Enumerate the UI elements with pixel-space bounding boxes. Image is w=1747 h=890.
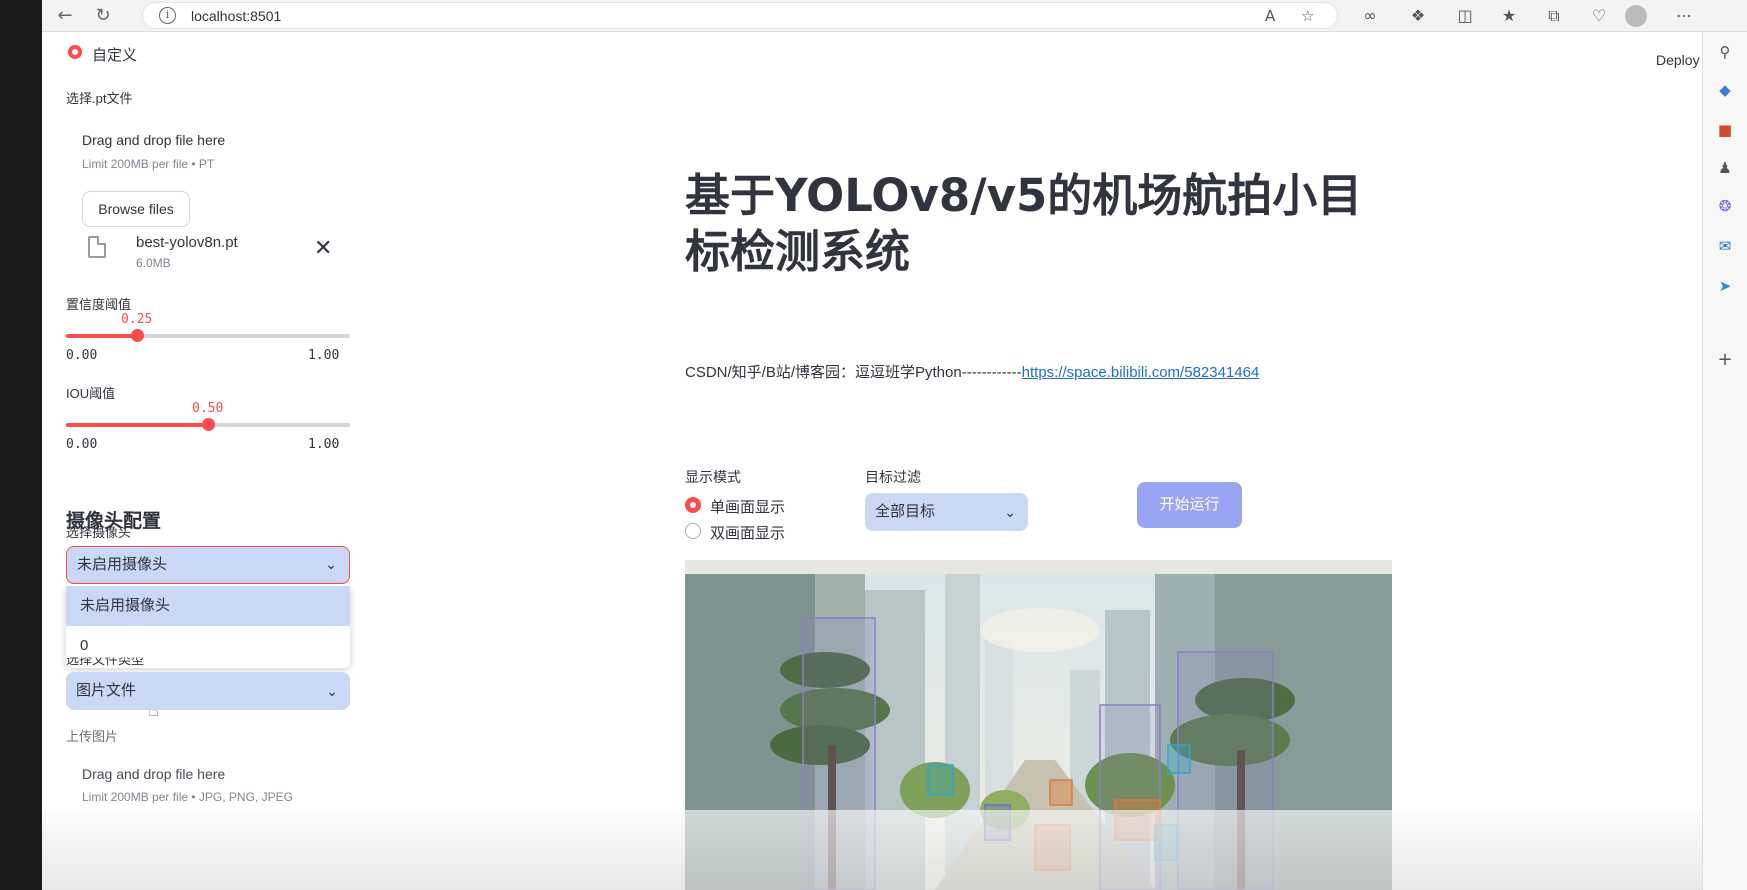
- credit-link[interactable]: https://space.bilibili.com/582341464: [1022, 364, 1260, 381]
- reload-icon[interactable]: ↻: [92, 5, 114, 27]
- deploy-button[interactable]: Deploy: [1656, 52, 1700, 68]
- back-icon[interactable]: ←: [54, 5, 76, 27]
- search-icon[interactable]: ⚲: [1715, 42, 1735, 62]
- sidebar: 自定义 选择.pt文件 Drag and drop file here Limi…: [42, 32, 372, 890]
- read-aloud-icon[interactable]: A: [1265, 7, 1275, 25]
- dropzone-limit: Limit 200MB per file • PT: [82, 157, 215, 171]
- copilot-icon[interactable]: ❂: [1715, 196, 1735, 216]
- more-icon[interactable]: ⋯: [1674, 6, 1694, 26]
- filter-label: 目标过滤: [865, 469, 921, 485]
- conf-slider[interactable]: [66, 329, 350, 342]
- start-run-button[interactable]: 开始运行: [1137, 482, 1242, 528]
- browser-window: ← ↻ i localhost:8501 A ☆ ∞ ❖ ◫ ★ ⧉ ♡ ⋯ 自…: [42, 0, 1747, 890]
- iou-slider[interactable]: [66, 418, 350, 431]
- mode-radio[interactable]: [68, 45, 82, 59]
- iou-label: IOU阈值: [66, 386, 116, 401]
- people-icon[interactable]: ♟: [1715, 158, 1735, 178]
- briefcase-icon[interactable]: ■: [1715, 120, 1735, 140]
- favorite-star-icon[interactable]: ☆: [1301, 7, 1314, 25]
- edge-sidebar: ⚲ ◆ ■ ♟ ❂ ✉ ➤ +: [1702, 32, 1747, 890]
- iou-slider-thumb[interactable]: [202, 418, 215, 431]
- add-icon[interactable]: +: [1715, 350, 1735, 370]
- conf-slider-thumb[interactable]: [131, 329, 144, 342]
- iou-value: 0.50: [192, 401, 224, 416]
- tag-icon[interactable]: ◆: [1715, 80, 1735, 100]
- conf-label: 置信度阈值: [66, 297, 132, 312]
- filter-select-value: 全部目标: [875, 503, 936, 520]
- conf-min: 0.00: [66, 348, 98, 363]
- favorites-icon[interactable]: ★: [1499, 6, 1519, 26]
- dropzone-text[interactable]: Drag and drop file here: [82, 132, 225, 148]
- upload-label: 上传图片: [66, 729, 119, 744]
- uploaded-file-name: best-yolov8n.pt: [136, 234, 238, 251]
- infinity-icon[interactable]: ∞: [1360, 6, 1380, 26]
- page-title: 基于YOLOv8/v5的机场航拍小目标检测系统: [685, 169, 1363, 278]
- file-icon: [88, 236, 106, 258]
- credit-text: CSDN/知乎/B站/博客园：逗逗班学Python------------: [685, 364, 1022, 381]
- send-icon[interactable]: ➤: [1715, 276, 1735, 296]
- extensions-icon[interactable]: ❖: [1408, 6, 1428, 26]
- chevron-down-icon: ⌄: [325, 556, 337, 572]
- collections-icon[interactable]: ⧉: [1544, 6, 1564, 26]
- browser-toolbar: ← ↻ i localhost:8501 A ☆ ∞ ❖ ◫ ★ ⧉ ♡ ⋯: [42, 0, 1747, 32]
- camera-option[interactable]: 未启用摄像头: [66, 586, 350, 626]
- filetype-select[interactable]: 图片文件 ⌄: [66, 672, 350, 710]
- display-option-dual[interactable]: 双画面显示: [710, 522, 785, 543]
- page-fade-overlay: [42, 810, 1702, 890]
- iou-slider-fill: [66, 423, 208, 427]
- browse-files-button[interactable]: Browse files: [82, 191, 190, 227]
- address-bar[interactable]: i localhost:8501 A ☆: [142, 2, 1338, 29]
- camera-dropdown: 未启用摄像头 0: [66, 584, 350, 668]
- url-text: localhost:8501: [191, 8, 282, 24]
- site-info-icon[interactable]: i: [159, 7, 176, 24]
- iou-min: 0.00: [66, 437, 98, 452]
- outlook-icon[interactable]: ✉: [1715, 236, 1735, 256]
- upload-dropzone-text[interactable]: Drag and drop file here: [82, 766, 225, 782]
- chevron-down-icon: ⌄: [1004, 504, 1016, 520]
- filter-select[interactable]: 全部目标 ⌄: [865, 493, 1028, 531]
- display-mode-label: 显示模式: [685, 469, 741, 485]
- uploaded-file-size: 6.0MB: [136, 256, 171, 270]
- pt-file-label: 选择.pt文件: [66, 91, 133, 106]
- camera-label: 选择摄像头: [66, 525, 132, 540]
- chevron-down-icon: ⌄: [326, 683, 338, 699]
- conf-value: 0.25: [121, 312, 153, 327]
- iou-max: 1.00: [308, 437, 340, 452]
- health-icon[interactable]: ♡: [1589, 6, 1609, 26]
- credit-line: CSDN/知乎/B站/博客园：逗逗班学Python------------htt…: [685, 361, 1259, 382]
- display-radio-single[interactable]: [685, 497, 701, 513]
- conf-max: 1.00: [308, 348, 340, 363]
- profile-avatar[interactable]: [1625, 5, 1647, 27]
- conf-slider-fill: [66, 334, 137, 338]
- mode-label: 自定义: [92, 47, 138, 64]
- upload-dropzone-limit: Limit 200MB per file • JPG, PNG, JPEG: [82, 790, 293, 804]
- display-option-single[interactable]: 单画面显示: [710, 496, 785, 517]
- remove-file-close-icon[interactable]: ✕: [314, 236, 332, 261]
- split-screen-icon[interactable]: ◫: [1455, 6, 1475, 26]
- display-radio-dual[interactable]: [685, 523, 701, 539]
- camera-select[interactable]: 未启用摄像头 ⌄: [66, 546, 350, 584]
- camera-select-value: 未启用摄像头: [77, 556, 168, 573]
- filetype-select-value: 图片文件: [76, 682, 137, 699]
